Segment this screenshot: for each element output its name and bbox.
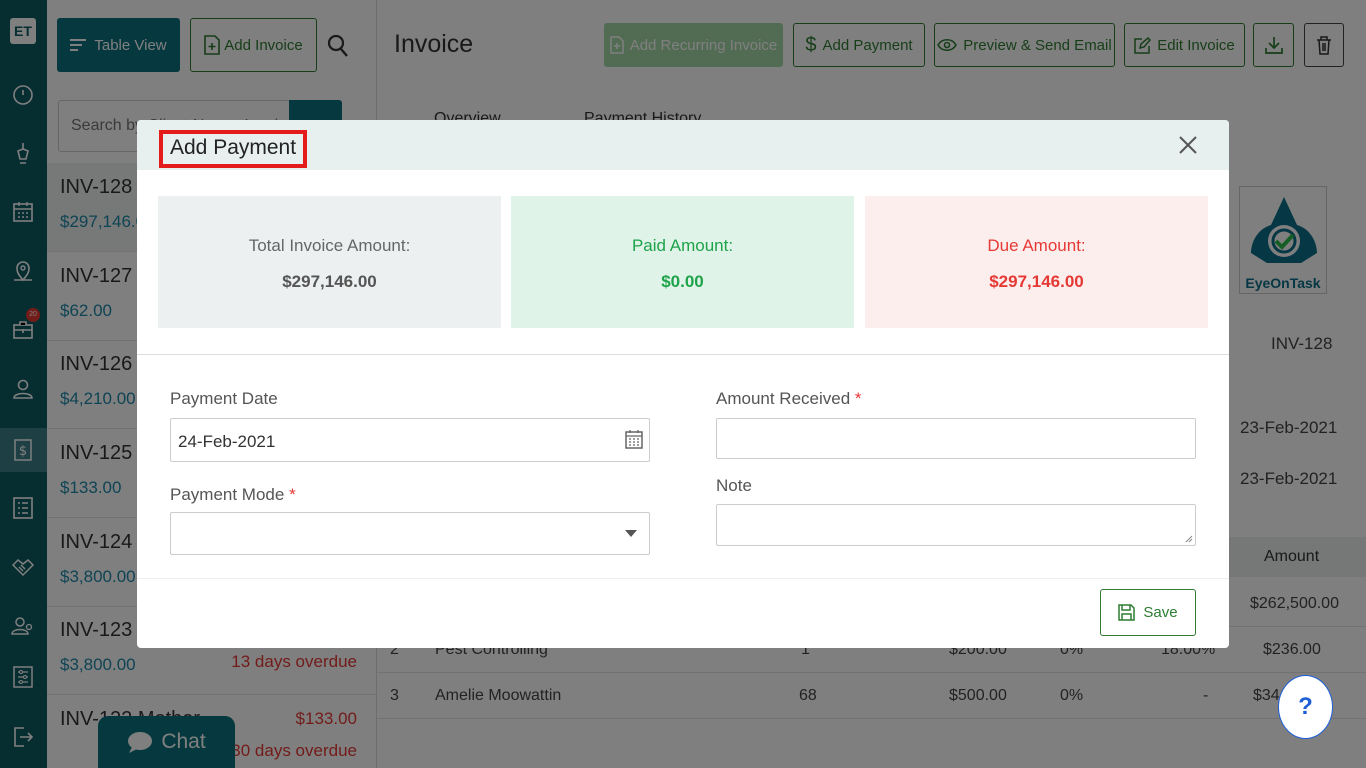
note-label: Note xyxy=(716,476,752,495)
app-window: ET 20 $ Table View Add Invoice xyxy=(0,0,1366,768)
paid-amount-card: Paid Amount: $0.00 xyxy=(511,196,854,328)
due-amount-card: Due Amount: $297,146.00 xyxy=(865,196,1208,328)
close-icon[interactable] xyxy=(1179,136,1197,154)
modal-title: Add Payment xyxy=(159,130,307,168)
due-amount-value: $297,146.00 xyxy=(989,272,1084,291)
floppy-disk-icon xyxy=(1118,604,1136,621)
resize-handle-icon[interactable] xyxy=(1185,535,1193,543)
amount-received-input[interactable] xyxy=(716,418,1196,459)
add-payment-modal: Add Payment Total Invoice Amount: $297,1… xyxy=(137,120,1229,648)
divider xyxy=(137,354,1229,355)
due-amount-label: Due Amount: xyxy=(987,236,1086,255)
divider xyxy=(137,578,1229,579)
payment-date-value: 24-Feb-2021 xyxy=(178,432,276,451)
save-button[interactable]: Save xyxy=(1100,589,1196,636)
amount-received-label: Amount Received * xyxy=(716,389,862,408)
payment-mode-label: Payment Mode * xyxy=(170,485,296,504)
total-amount-card: Total Invoice Amount: $297,146.00 xyxy=(158,196,501,328)
help-button[interactable]: ? xyxy=(1278,675,1333,739)
payment-date-label: Payment Date xyxy=(170,389,278,408)
modal-header: Add Payment xyxy=(137,120,1229,170)
note-textarea[interactable] xyxy=(716,504,1196,546)
paid-amount-value: $0.00 xyxy=(661,272,704,291)
save-label: Save xyxy=(1143,604,1178,621)
total-amount-label: Total Invoice Amount: xyxy=(248,236,411,255)
chevron-down-icon xyxy=(625,530,637,537)
total-amount-value: $297,146.00 xyxy=(282,272,377,291)
payment-date-field[interactable]: 24-Feb-2021 xyxy=(170,418,650,462)
calendar-icon[interactable] xyxy=(625,429,643,449)
payment-mode-select[interactable] xyxy=(170,512,650,555)
paid-amount-label: Paid Amount: xyxy=(631,236,734,255)
